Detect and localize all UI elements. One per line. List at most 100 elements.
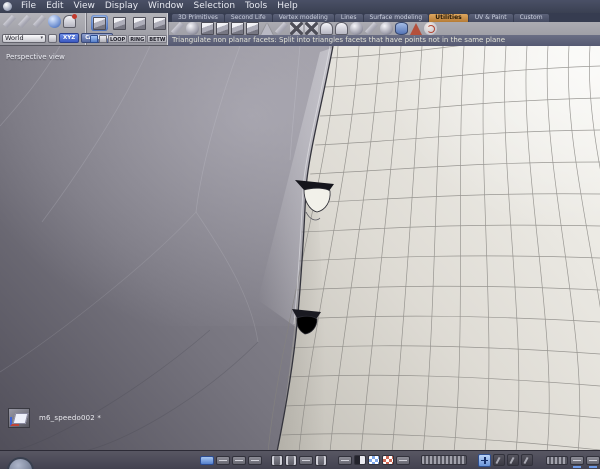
modifier-ring-button[interactable]: RING xyxy=(128,35,147,43)
sphere-tool-icon[interactable] xyxy=(48,15,61,28)
scene-object-thumbnail-icon xyxy=(8,408,30,428)
pick-tool-icon[interactable] xyxy=(3,15,16,28)
snap-settings-group-button[interactable] xyxy=(586,455,600,468)
tab-vertex-modeling[interactable]: Vertex modeling xyxy=(272,14,334,22)
tab-3d-primitives[interactable]: 3D Primitives xyxy=(172,14,224,22)
status-tooltip-bar: Triangulate non planar facets: Split int… xyxy=(168,35,600,46)
view-switch-group-button[interactable] xyxy=(216,455,230,465)
ribbon-tabs: 3D Primitives Second Life Vertex modeling L… xyxy=(168,13,600,22)
small-sphere-icon[interactable] xyxy=(380,22,393,35)
viewport-label: Perspective view xyxy=(6,53,65,61)
context-toolbar: 3D Primitives Second Life Vertex modeling L… xyxy=(168,13,600,46)
menu-item-tools[interactable]: Tools xyxy=(240,0,272,13)
view-switch-group-button[interactable] xyxy=(200,455,214,465)
pen-select-icon[interactable] xyxy=(90,35,98,43)
tab-lines[interactable]: Lines xyxy=(334,14,363,22)
utilities-icon-row xyxy=(171,22,600,35)
viewport-canvas[interactable] xyxy=(0,46,600,450)
triangulate-icon[interactable] xyxy=(261,22,273,35)
weld-iron-icon[interactable] xyxy=(320,22,333,35)
rotate-tool-icon[interactable] xyxy=(18,15,31,28)
smooth-sphere-icon[interactable] xyxy=(186,22,199,35)
tab-surface-modeling[interactable]: Surface modeling xyxy=(363,14,429,22)
snap-settings-group-button[interactable] xyxy=(570,455,584,468)
menu-item-help[interactable]: Help xyxy=(272,0,303,13)
scissors-detach-icon[interactable] xyxy=(305,22,318,35)
scene-object-name: m6_speedo002 * xyxy=(39,414,102,422)
shading-group xyxy=(338,455,410,465)
bend-tool-icon[interactable] xyxy=(171,22,184,35)
faces-mode-icon-wrap[interactable] xyxy=(131,15,148,31)
tab-second-life[interactable]: Second Life xyxy=(224,14,272,22)
tool-panel: World ▾ XYZ CAMERA xyxy=(0,13,113,45)
app-logo-icon xyxy=(3,2,12,11)
cube-tessellate-icon[interactable] xyxy=(216,22,229,35)
figure-tool-icon[interactable] xyxy=(275,22,288,35)
menu-item-view[interactable]: View xyxy=(69,0,100,13)
menu-bar: File Edit View Display Window Selection Tools H… xyxy=(0,0,600,13)
shading-group-button[interactable] xyxy=(368,455,380,465)
edges-mode-icon-wrap[interactable] xyxy=(111,15,128,31)
modifier-loop-button[interactable]: LOOP xyxy=(108,35,128,43)
cube-subdivide-icon[interactable] xyxy=(201,22,214,35)
snap-settings-group xyxy=(546,455,600,468)
menu-item-selection[interactable]: Selection xyxy=(189,0,240,13)
pane-layout-group-button[interactable] xyxy=(285,454,297,466)
tab-uv-paint[interactable]: UV & Paint xyxy=(468,14,513,22)
application-window: File Edit View Display Window Selection Tools H… xyxy=(0,0,600,469)
pane-layout-group-button[interactable] xyxy=(299,455,313,465)
view-switch-group-button[interactable] xyxy=(232,455,246,465)
pane-layout-group-button[interactable] xyxy=(315,454,327,466)
shading-group-button[interactable] xyxy=(396,455,410,465)
lock-mesh-icon[interactable] xyxy=(335,22,348,35)
view-switch-group xyxy=(200,455,262,465)
modifier-betw-button[interactable]: BETW xyxy=(147,35,168,43)
orient-arrow-icon[interactable] xyxy=(365,22,378,35)
ghost-manipulator-icon[interactable] xyxy=(63,14,77,28)
tab-custom[interactable]: Custom xyxy=(513,14,549,22)
selection-mode-panel: LOOP RING BETW xyxy=(87,13,186,45)
scissors-cut-icon[interactable] xyxy=(290,22,303,35)
cylinder-blue-icon[interactable] xyxy=(395,22,408,35)
object-mode-icon xyxy=(153,16,166,30)
main-toolbar: World ▾ XYZ CAMERA LOOPRINGBETW 3D Primi… xyxy=(0,13,600,46)
pane-layout-group xyxy=(271,454,327,466)
chevron-down-icon: ▾ xyxy=(40,35,43,41)
edges-mode-icon xyxy=(113,16,126,30)
cube-split-icon[interactable] xyxy=(246,22,259,35)
manipulator-group-button[interactable] xyxy=(521,454,533,466)
object-mode-icon-wrap[interactable] xyxy=(151,15,168,31)
frame-space-mini-button[interactable] xyxy=(48,33,57,43)
manipulator-group-button[interactable] xyxy=(507,454,519,466)
zoom-ruler-group-button[interactable] xyxy=(421,455,467,465)
menu-item-display[interactable]: Display xyxy=(100,0,143,13)
faces-mode-icon xyxy=(133,16,146,30)
pane-layout-group-button[interactable] xyxy=(271,454,283,466)
menu-item-file[interactable]: File xyxy=(16,0,41,13)
viewport-3d[interactable]: Perspective view m6_speedo002 * xyxy=(0,46,600,450)
swirl-badge-icon[interactable] xyxy=(424,22,437,35)
shading-group-button[interactable] xyxy=(382,455,394,465)
rect-select-icon[interactable] xyxy=(99,35,107,43)
sphere-clock-icon[interactable] xyxy=(350,22,363,35)
axis-xyz-badge[interactable]: XYZ xyxy=(59,33,80,43)
lasso-select-icon[interactable] xyxy=(33,15,46,28)
scene-object-item[interactable]: m6_speedo002 * xyxy=(8,408,101,428)
manipulator-group-button[interactable] xyxy=(493,454,505,466)
snap-settings-group-button[interactable] xyxy=(546,455,568,465)
points-mode-icon xyxy=(93,16,106,30)
bottom-toolbar xyxy=(0,450,600,469)
cube-arrows-icon[interactable] xyxy=(231,22,244,35)
frame-space-value: World xyxy=(5,34,24,42)
manipulator-group xyxy=(478,453,533,467)
menu-item-window[interactable]: Window xyxy=(143,0,189,13)
tab-utilities[interactable]: Utilities xyxy=(429,14,468,22)
points-mode-icon-wrap[interactable] xyxy=(91,15,108,31)
pyramid-red-icon[interactable] xyxy=(410,22,422,35)
shading-group-button[interactable] xyxy=(338,455,352,465)
view-switch-group-button[interactable] xyxy=(248,455,262,465)
manipulator-group-button[interactable] xyxy=(478,453,491,467)
frame-space-dropdown[interactable]: World ▾ xyxy=(2,33,46,43)
menu-item-edit[interactable]: Edit xyxy=(41,0,68,13)
shading-group-button[interactable] xyxy=(354,455,366,465)
